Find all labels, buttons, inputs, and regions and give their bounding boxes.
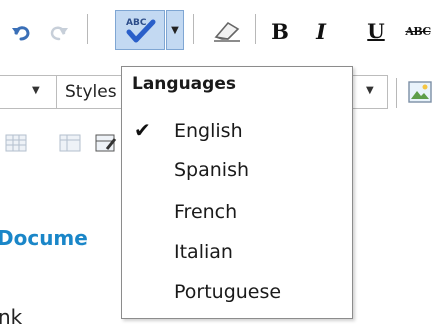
toolbar-separator: [255, 14, 256, 44]
document-body-text: nk: [0, 305, 23, 329]
table-properties-button[interactable]: [56, 130, 84, 156]
eraser-icon: [214, 21, 240, 42]
undo-icon: [12, 26, 30, 41]
italic-icon: I: [316, 18, 326, 44]
image-icon: [408, 81, 432, 103]
insert-image-button[interactable]: [404, 76, 436, 108]
font-combo[interactable]: ▼: [352, 75, 388, 109]
spellcheck-button[interactable]: ABC: [115, 10, 165, 50]
document-heading: Docume: [0, 226, 88, 250]
menu-item-portuguese[interactable]: Portuguese: [122, 273, 352, 309]
menu-item-italian[interactable]: Italian: [122, 233, 352, 269]
undo-button[interactable]: [8, 18, 36, 46]
toolbar-separator: [87, 14, 88, 44]
checkmark-icon: ✔: [134, 118, 151, 142]
underline-icon: U: [367, 19, 385, 43]
menu-item-spanish[interactable]: Spanish: [122, 151, 352, 187]
redo-button[interactable]: [44, 18, 72, 46]
svg-text:ABC: ABC: [126, 18, 147, 28]
underline-button[interactable]: U: [362, 14, 390, 48]
toolbar-separator: [396, 78, 397, 108]
strikethrough-icon: ABC: [405, 24, 431, 38]
table-icon: [5, 134, 27, 152]
menu-title: Languages: [132, 74, 236, 94]
menu-item-label: Spanish: [174, 159, 250, 181]
bold-icon: B: [271, 18, 289, 44]
menu-item-label: Portuguese: [174, 281, 282, 303]
chevron-down-icon: ▼: [32, 85, 40, 96]
italic-button[interactable]: I: [306, 14, 336, 48]
spellcheck-dropdown-button[interactable]: ▼: [166, 10, 184, 50]
bold-button[interactable]: B: [265, 14, 295, 48]
chevron-down-icon: ▼: [171, 24, 179, 36]
table-button[interactable]: [2, 130, 30, 156]
table-cells-icon: [59, 134, 81, 152]
redo-icon: [50, 26, 68, 41]
languages-menu: Languages ✔ English Spanish French Itali…: [121, 66, 353, 319]
menu-item-french[interactable]: French: [122, 193, 352, 229]
chevron-down-icon: ▼: [366, 85, 374, 96]
table-edit-button[interactable]: [92, 130, 120, 156]
menu-item-label: Italian: [174, 241, 233, 263]
strikethrough-button[interactable]: ABC: [398, 14, 438, 48]
table-edit-icon: [95, 134, 117, 152]
toolbar-separator: [193, 14, 194, 44]
main-toolbar: ABC ▼ B I U ABC: [0, 0, 441, 60]
format-combo[interactable]: ▼: [0, 75, 57, 109]
remove-format-button[interactable]: [210, 16, 244, 46]
menu-item-english[interactable]: ✔ English: [122, 112, 352, 148]
menu-item-label: French: [174, 201, 238, 223]
styles-combo-label: Styles: [65, 82, 117, 102]
menu-item-label: English: [174, 120, 243, 142]
spellcheck-icon: ABC: [126, 18, 156, 43]
